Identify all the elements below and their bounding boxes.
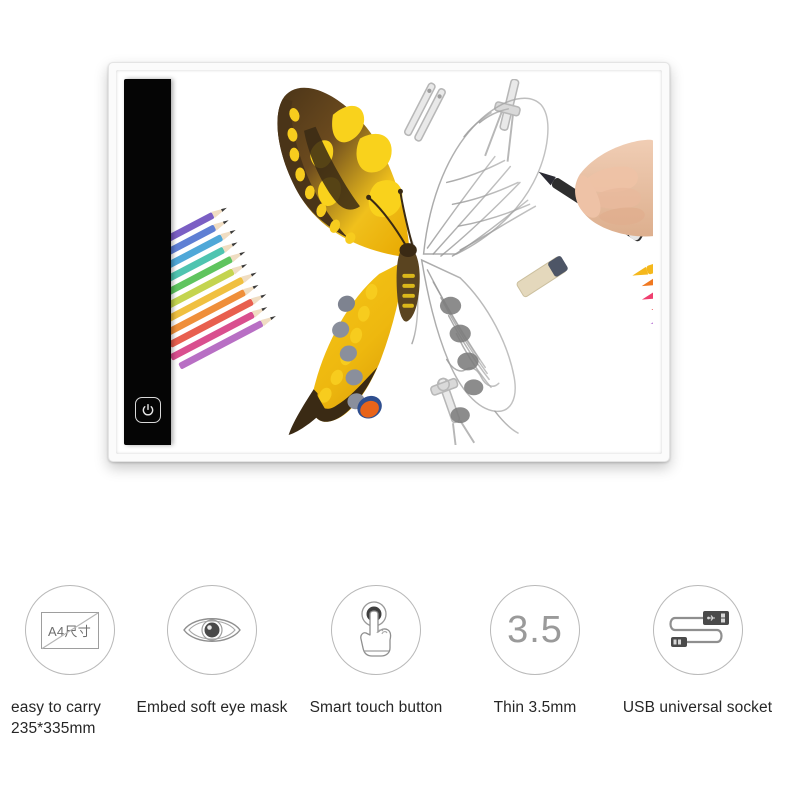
led-light-pad[interactable]	[108, 62, 670, 462]
feature-item-eye: Embed soft eye mask	[132, 585, 292, 760]
a4-box: A4尺寸	[40, 611, 99, 649]
feature-item-touch: Smart touch button	[292, 585, 460, 760]
a4-icon-text: A4尺寸	[47, 623, 92, 639]
power-icon	[142, 404, 153, 416]
feature-caption-touch: Smart touch button	[309, 699, 443, 716]
feature-list: A4尺寸 easy to carry 235*335mm Embed soft …	[0, 585, 800, 760]
feature-caption-eye: Embed soft eye mask	[136, 699, 288, 716]
eye-icon	[167, 585, 257, 675]
pad-left-bezel	[124, 79, 171, 445]
thickness-number-icon: 3.5	[490, 585, 580, 675]
power-button[interactable]	[134, 397, 161, 423]
usb-cable-glyph	[668, 611, 729, 647]
a4-size-icon: A4尺寸	[24, 585, 115, 675]
eye-glyph	[183, 618, 241, 642]
feature-caption-thin: Thin 3.5mm	[493, 699, 577, 716]
feature-item-thin: 3.5 Thin 3.5mm	[460, 585, 610, 760]
pad-screen	[171, 79, 653, 445]
pad-artwork	[171, 79, 653, 445]
usb-cable-icon	[652, 585, 743, 675]
product-photo	[0, 0, 800, 560]
touch-hand-icon	[331, 585, 421, 675]
touch-hand-glyph	[360, 601, 392, 657]
feature-caption-usb: USB universal socket	[622, 699, 773, 716]
feature-item-usb: USB universal socket	[610, 585, 785, 760]
butterfly-head	[399, 243, 417, 258]
micro-usb-connector	[670, 637, 687, 647]
usb-a-connector	[702, 611, 729, 625]
thickness-value: 3.5	[507, 609, 563, 651]
feature-item-a4: A4尺寸 easy to carry 235*335mm	[7, 585, 132, 760]
feature-caption-a4: easy to carry 235*335mm	[11, 699, 102, 737]
